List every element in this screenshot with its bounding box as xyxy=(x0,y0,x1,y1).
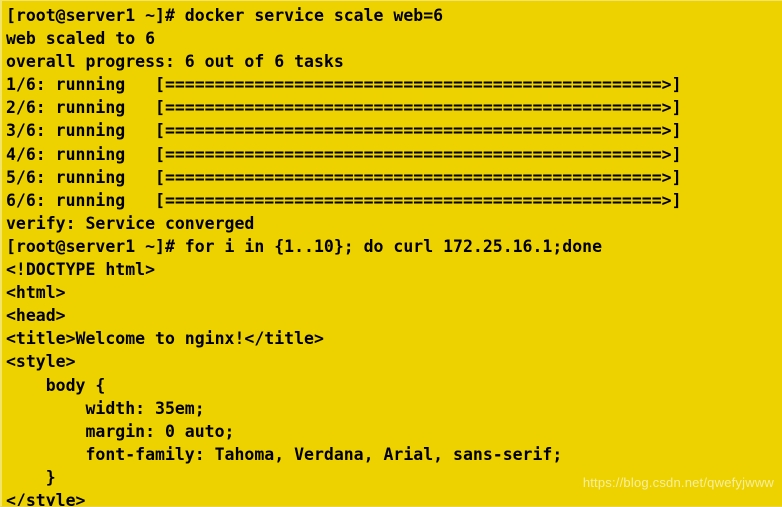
terminal-line-task-progress: 1/6: running [==========================… xyxy=(6,75,682,95)
terminal-line: </style> xyxy=(6,490,86,507)
terminal-line: margin: 0 auto; xyxy=(6,421,235,441)
terminal-line: <!DOCTYPE html> xyxy=(6,260,156,280)
terminal-line-task-progress: 3/6: running [==========================… xyxy=(6,121,682,141)
terminal-line-task-progress: 2/6: running [==========================… xyxy=(6,98,682,118)
terminal-line-task-progress: 5/6: running [==========================… xyxy=(6,167,682,187)
terminal-line: <head> xyxy=(6,306,66,326)
terminal-line: width: 35em; xyxy=(6,398,205,418)
terminal-line: <title>Welcome to nginx!</title> xyxy=(6,329,324,349)
terminal-window[interactable]: [root@server1 ~]# docker service scale w… xyxy=(0,0,782,507)
terminal-line: <html> xyxy=(6,283,66,303)
terminal-line-task-progress: 4/6: running [==========================… xyxy=(6,144,682,164)
terminal-line: body { xyxy=(6,375,106,395)
terminal-output-area[interactable]: [root@server1 ~]# docker service scale w… xyxy=(2,1,782,506)
terminal-line-verify: verify: Service converged xyxy=(6,213,255,233)
terminal-line: <style> xyxy=(6,352,76,372)
terminal-line: } xyxy=(6,467,56,487)
terminal-line: font-family: Tahoma, Verdana, Arial, san… xyxy=(6,444,563,464)
terminal-line: web scaled to 6 xyxy=(6,29,156,49)
terminal-line-task-progress: 6/6: running [==========================… xyxy=(6,190,682,210)
terminal-line-prompt: [root@server1 ~]# for i in {1..10}; do c… xyxy=(6,236,603,256)
terminal-line: overall progress: 6 out of 6 tasks xyxy=(6,52,344,72)
terminal-line: [root@server1 ~]# docker service scale w… xyxy=(6,6,444,25)
